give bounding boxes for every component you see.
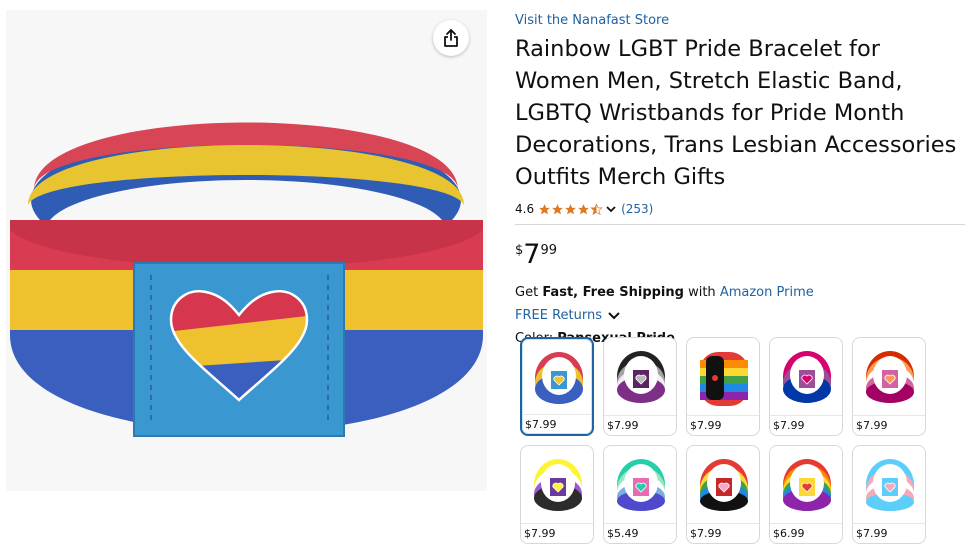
swatch-price: $7.99 — [856, 419, 888, 432]
swatch-divider — [853, 523, 925, 524]
swatch-option[interactable]: $7.99 — [686, 445, 760, 544]
swatch-price: $7.99 — [690, 527, 722, 540]
free-returns-link[interactable]: FREE Returns — [515, 307, 965, 325]
swatch-thumbnail — [534, 459, 582, 511]
swatch-option[interactable]: $7.99 — [686, 337, 760, 436]
star-icon — [578, 203, 590, 214]
swatch-thumbnail — [700, 352, 748, 406]
star-icon — [565, 203, 577, 214]
swatch-price: $7.99 — [690, 419, 722, 432]
swatch-thumbnail — [783, 351, 831, 403]
swatch-price: $7.99 — [525, 418, 557, 431]
shipping-prefix: Get — [515, 285, 539, 300]
chevron-down-icon — [608, 312, 620, 320]
swatch-option[interactable]: $7.99 — [852, 445, 926, 544]
product-title: Rainbow LGBT Pride Bracelet for Women Me… — [515, 36, 957, 190]
swatch-price: $7.99 — [607, 419, 639, 432]
swatch-divider — [687, 523, 759, 524]
share-button[interactable] — [433, 20, 469, 56]
star-rating[interactable] — [538, 202, 603, 216]
swatch-thumbnail — [535, 352, 583, 404]
swatch-option[interactable]: $7.99 — [520, 337, 594, 436]
star-icon — [539, 203, 551, 214]
swatch-price: $6.99 — [773, 527, 805, 540]
swatch-price: $7.99 — [856, 527, 888, 540]
store-link[interactable]: Visit the Nanafast Store — [515, 12, 965, 30]
swatch-divider — [604, 523, 676, 524]
product-image-panel — [6, 10, 487, 491]
swatch-price: $7.99 — [773, 419, 805, 432]
amazon-prime-link[interactable]: Amazon Prime — [720, 285, 814, 300]
swatch-option[interactable]: $7.99 — [603, 337, 677, 436]
swatch-price: $5.49 — [607, 527, 639, 540]
swatch-option[interactable]: $7.99 — [769, 337, 843, 436]
shipping-with: with — [688, 285, 716, 300]
swatch-option[interactable]: $5.49 — [603, 445, 677, 544]
shipping-info: Get Fast, Free Shipping with Amazon Prim… — [515, 284, 965, 302]
price: $ 7 99 — [515, 241, 965, 271]
product-image[interactable] — [6, 70, 487, 470]
swatch-divider — [687, 415, 759, 416]
review-count-link[interactable]: (253) — [621, 202, 653, 216]
star-icon — [552, 203, 564, 214]
swatch-option[interactable]: $7.99 — [852, 337, 926, 436]
swatch-thumbnail — [700, 459, 748, 511]
swatch-divider — [853, 415, 925, 416]
shipping-bold: Fast, Free Shipping — [542, 285, 684, 300]
color-swatches: $7.99 $7.99 $7.99 $7.99 $7.99 $7.99 $5.4… — [520, 337, 926, 544]
swatch-option[interactable]: $6.99 — [769, 445, 843, 544]
rating-row: 4.6 (253) — [515, 199, 965, 219]
swatch-thumbnail — [617, 459, 665, 511]
free-returns-label: FREE Returns — [515, 308, 602, 323]
rating-value: 4.6 — [515, 202, 535, 216]
swatch-divider — [521, 523, 593, 524]
swatch-divider — [604, 415, 676, 416]
swatch-thumbnail — [617, 351, 665, 403]
price-symbol: $ — [515, 243, 524, 258]
price-whole: 7 — [523, 239, 541, 270]
half-star-icon — [590, 202, 603, 215]
swatch-price: $7.99 — [524, 527, 556, 540]
share-icon — [444, 29, 458, 47]
product-info: Visit the Nanafast Store Rainbow LGBT Pr… — [515, 12, 965, 348]
chevron-down-icon[interactable] — [605, 203, 617, 215]
swatch-divider — [522, 414, 592, 415]
swatch-divider — [770, 415, 842, 416]
swatch-divider — [770, 523, 842, 524]
swatch-thumbnail — [866, 351, 914, 403]
price-fraction: 99 — [540, 243, 558, 258]
swatch-thumbnail — [783, 459, 831, 511]
divider — [515, 224, 965, 225]
swatch-option[interactable]: $7.99 — [520, 445, 594, 544]
swatch-thumbnail — [866, 459, 914, 511]
